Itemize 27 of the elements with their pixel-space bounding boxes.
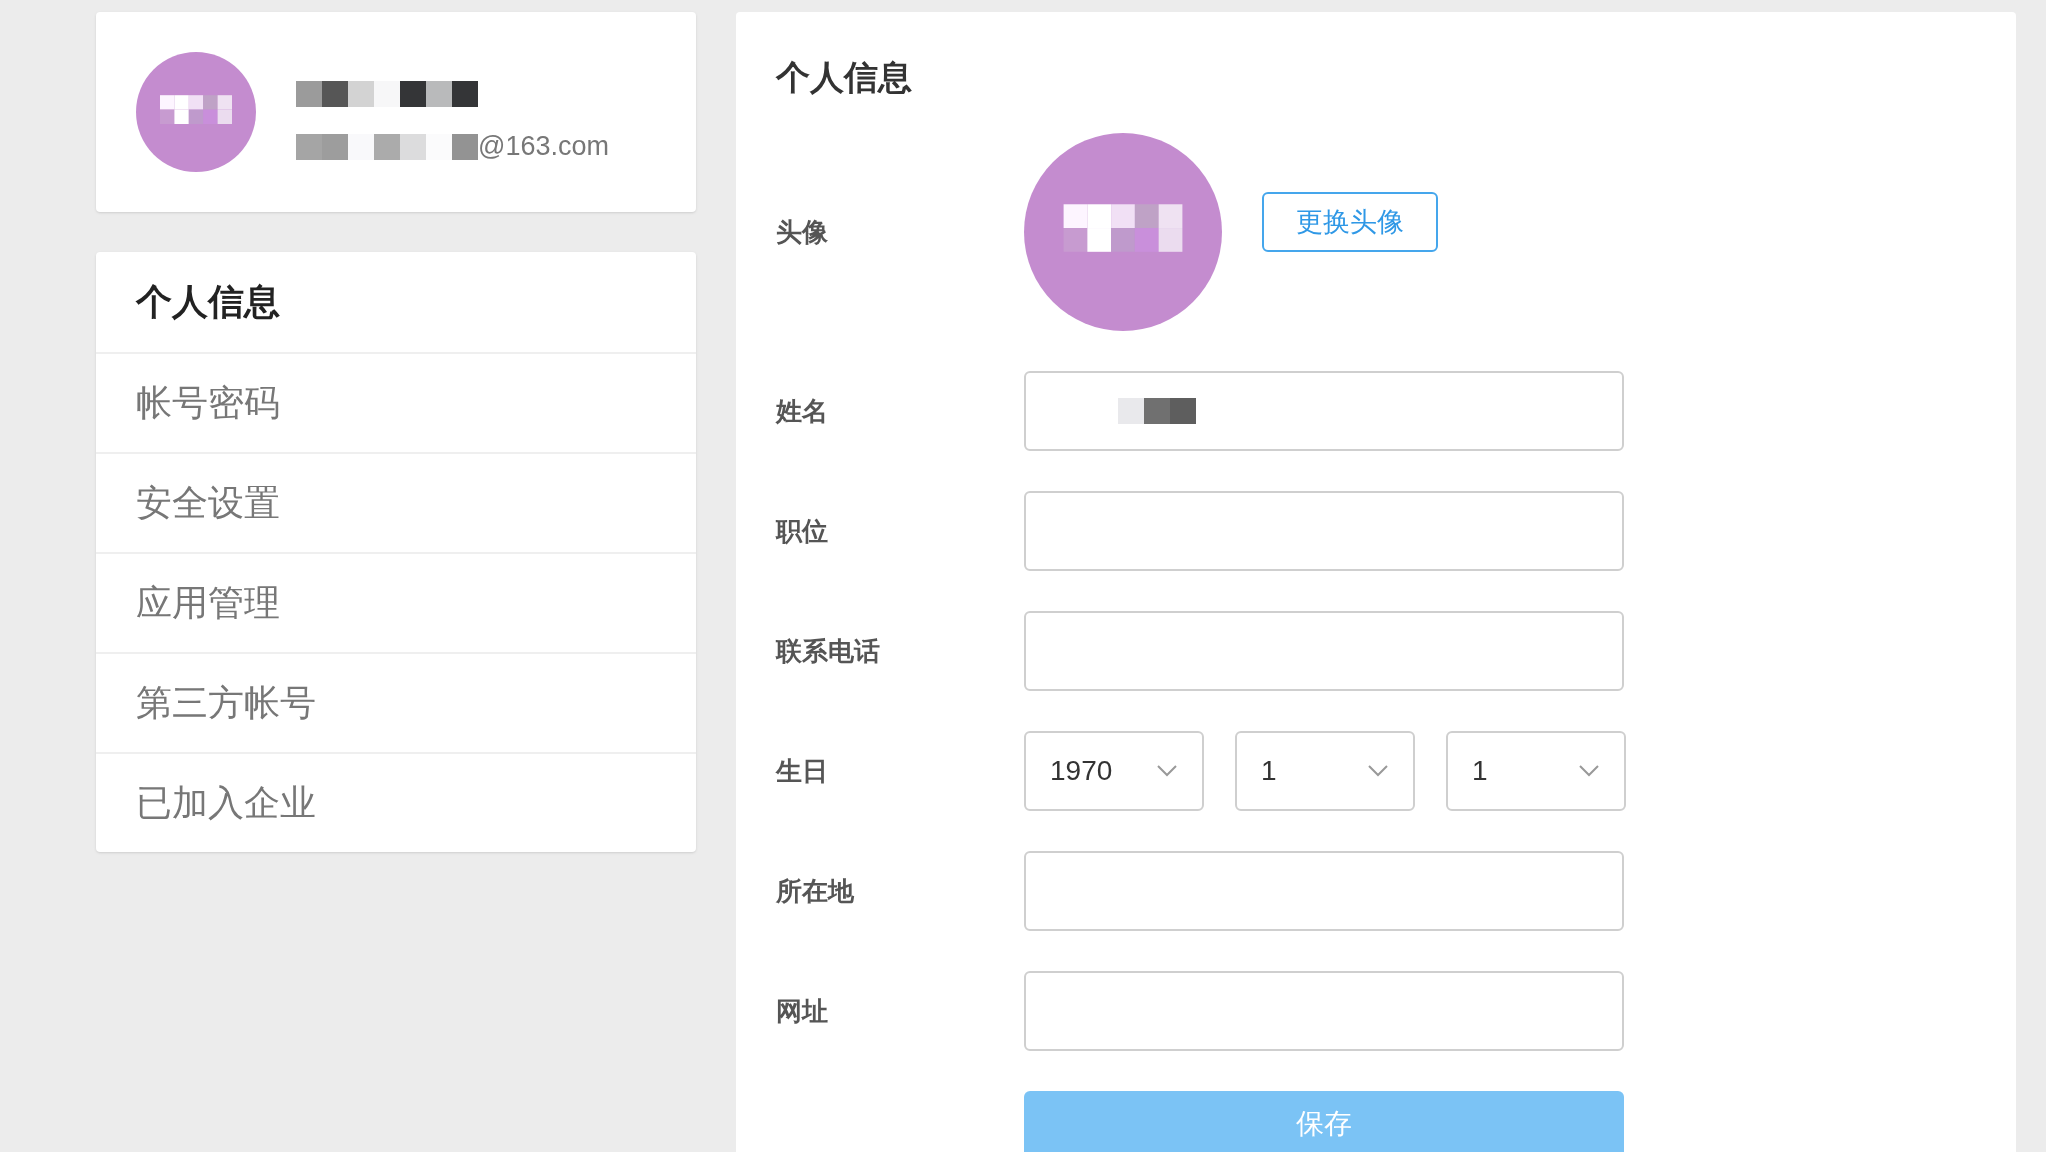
email-text: @163.com [478, 132, 609, 160]
menu-item[interactable]: 应用管理 [96, 552, 696, 652]
field-label: 职位 [776, 514, 829, 548]
chevron-down-icon [1578, 764, 1600, 778]
field-label: 生日 [776, 754, 829, 788]
text-input-field[interactable] [1024, 371, 1624, 451]
date-select[interactable]: 1970 [1024, 731, 1204, 811]
menu-item[interactable]: 帐号密码 [96, 352, 696, 452]
text-input-field[interactable] [1024, 851, 1624, 931]
date-select[interactable]: 1 [1446, 731, 1626, 811]
date-select[interactable]: 1 [1235, 731, 1415, 811]
field-label: 联系电话 [776, 634, 881, 668]
menu-item[interactable]: 第三方帐号 [96, 652, 696, 752]
panel-title: 个人信息 [776, 57, 913, 98]
menu-item[interactable]: 个人信息 [96, 252, 696, 352]
change-avatar-button[interactable]: 更换头像 [1262, 192, 1438, 252]
menu-item[interactable]: 已加入企业 [96, 752, 696, 852]
field-label: 网址 [776, 994, 829, 1028]
text-input-field[interactable] [1024, 491, 1624, 571]
field-label: 头像 [776, 215, 829, 249]
field-label: 姓名 [776, 394, 829, 428]
field-label: 所在地 [776, 874, 855, 908]
menu-item[interactable]: 安全设置 [96, 452, 696, 552]
text-input-field[interactable] [1024, 971, 1624, 1051]
chevron-down-icon [1156, 764, 1178, 778]
text-input-field[interactable] [1024, 611, 1624, 691]
chevron-down-icon [1367, 764, 1389, 778]
